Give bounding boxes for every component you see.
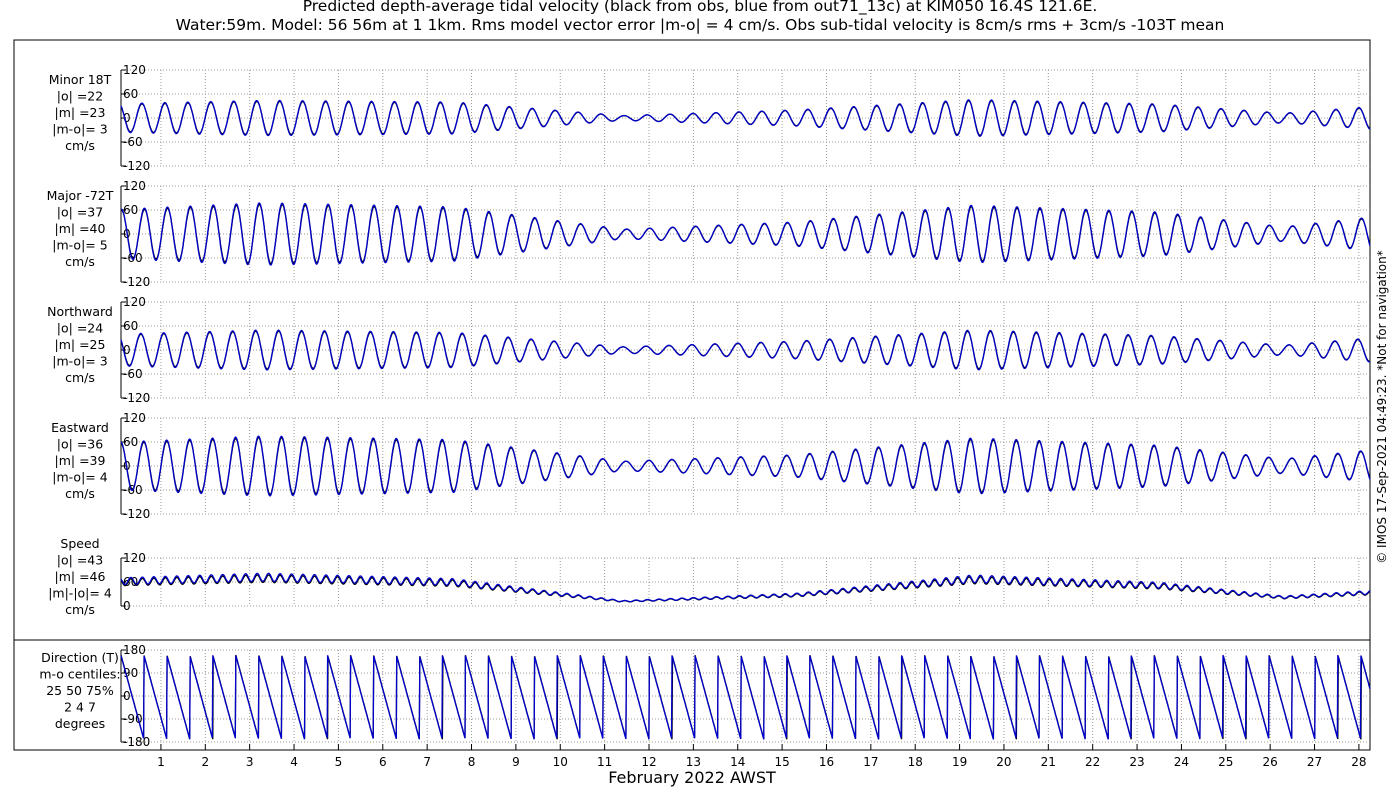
panel-label-line: |o| =36 bbox=[57, 437, 103, 452]
panel-label-northward: Northward |o| =24 |m| =25 |m-o|= 3 cm/s bbox=[47, 304, 113, 385]
y-tick-label: 120 bbox=[123, 63, 146, 77]
x-tick-label: 19 bbox=[952, 755, 967, 769]
panel-label-line: Major -72T bbox=[47, 188, 114, 203]
panel-label-direction: Direction (T) m-o centiles: 25 50 75% 2 4 7… bbox=[39, 650, 120, 731]
y-tick-label: -180 bbox=[123, 735, 150, 749]
tidal-velocity-chart: 120600-60-120Minor 18T |o| =22 |m| =23 |m-o… bbox=[13, 39, 1371, 787]
upper-frame bbox=[13, 39, 1371, 641]
y-tick-label: 120 bbox=[123, 551, 146, 565]
x-tick-label: 8 bbox=[468, 755, 476, 769]
panel-label-line: degrees bbox=[55, 716, 105, 731]
x-tick-label: 23 bbox=[1129, 755, 1144, 769]
y-tick-label: 0 bbox=[123, 689, 131, 703]
x-tick-label: 1 bbox=[157, 755, 165, 769]
panel-direction: 180900-90-180Direction (T) m-o centiles: 2… bbox=[39, 643, 1371, 749]
panel-label-line: |o| =24 bbox=[57, 321, 103, 336]
series-model-direction bbox=[120, 654, 1371, 740]
y-tick-label: 120 bbox=[123, 411, 146, 425]
x-tick-label: 4 bbox=[290, 755, 298, 769]
x-tick-label: 3 bbox=[246, 755, 254, 769]
y-tick-label: 0 bbox=[123, 599, 131, 613]
panel-label-speed: Speed |o| =43 |m| =46 |m|-|o|= 4 cm/s bbox=[48, 536, 112, 617]
panel-label-minor: Minor 18T |o| =22 |m| =23 |m-o|= 3 cm/s bbox=[49, 72, 112, 153]
y-tick-label: -120 bbox=[123, 507, 150, 521]
panel-label-line: cm/s bbox=[65, 602, 95, 617]
x-tick-label: 24 bbox=[1174, 755, 1189, 769]
panel-label-line: |m| =40 bbox=[55, 221, 106, 236]
panel-label-line: |m-o|= 3 bbox=[52, 122, 107, 137]
panel-label-line: |m| =46 bbox=[55, 569, 106, 584]
x-tick-label: 11 bbox=[597, 755, 612, 769]
copyright-text: © IMOS 17-Sep-2021 04:49:23. *Not for na… bbox=[1375, 250, 1389, 564]
panel-label-major: Major -72T |o| =37 |m| =40 |m-o|= 5 cm/s bbox=[47, 188, 114, 269]
panel-label-line: |o| =37 bbox=[57, 205, 103, 220]
y-tick-label: 60 bbox=[123, 319, 138, 333]
y-tick-label: -120 bbox=[123, 275, 150, 289]
x-tick-label: 27 bbox=[1307, 755, 1322, 769]
panel-label-line: |m| =23 bbox=[55, 105, 106, 120]
panel-northward: 120600-60-120Northward |o| =24 |m| =25 |m-o… bbox=[47, 295, 1371, 405]
x-tick-label: 16 bbox=[819, 755, 834, 769]
panel-eastward: 120600-60-120Eastward |o| =36 |m| =39 |m-o|… bbox=[51, 411, 1371, 521]
panel-label-line: 25 50 75% bbox=[46, 683, 114, 698]
x-tick-label: 21 bbox=[1041, 755, 1056, 769]
y-tick-label: 60 bbox=[123, 87, 138, 101]
x-axis-label: February 2022 AWST bbox=[608, 768, 776, 787]
x-tick-label: 22 bbox=[1085, 755, 1100, 769]
x-tick-label: 25 bbox=[1218, 755, 1233, 769]
panel-label-line: cm/s bbox=[65, 486, 95, 501]
panel-label-line: |m-o|= 3 bbox=[52, 354, 107, 369]
panel-label-line: |m|-|o|= 4 bbox=[48, 586, 112, 601]
x-tick-label: 2 bbox=[201, 755, 209, 769]
series-model-speed bbox=[120, 572, 1371, 603]
y-tick-label: 60 bbox=[123, 203, 138, 217]
panel-label-line: |m| =25 bbox=[55, 337, 106, 352]
panel-speed: 120600Speed |o| =43 |m| =46 |m|-|o|= 4 cm/s bbox=[48, 536, 1371, 617]
panel-label-line: |m-o|= 4 bbox=[52, 470, 107, 485]
y-tick-label: 120 bbox=[123, 179, 146, 193]
x-tick-label: 14 bbox=[730, 755, 745, 769]
y-tick-label: 60 bbox=[123, 435, 138, 449]
panel-label-line: |o| =43 bbox=[57, 553, 103, 568]
x-tick-label: 15 bbox=[774, 755, 789, 769]
panel-label-line: |o| =22 bbox=[57, 89, 103, 104]
panel-label-line: Direction (T) bbox=[41, 650, 119, 665]
x-tick-label: 13 bbox=[686, 755, 701, 769]
x-tick-label: 6 bbox=[379, 755, 387, 769]
y-tick-label: 120 bbox=[123, 295, 146, 309]
panel-label-line: Eastward bbox=[51, 420, 109, 435]
y-tick-label: 180 bbox=[123, 643, 146, 657]
x-tick-label: 26 bbox=[1263, 755, 1278, 769]
panel-label-line: |m-o|= 5 bbox=[52, 238, 107, 253]
lower-frame bbox=[13, 639, 1371, 751]
y-tick-label: -60 bbox=[123, 135, 143, 149]
y-tick-label: -60 bbox=[123, 367, 143, 381]
panel-label-line: 2 4 7 bbox=[64, 700, 96, 715]
x-tick-label: 20 bbox=[996, 755, 1011, 769]
panel-label-line: m-o centiles: bbox=[39, 667, 120, 682]
panel-minor: 120600-60-120Minor 18T |o| =22 |m| =23 |m-o… bbox=[49, 63, 1371, 173]
y-tick-label: -120 bbox=[123, 159, 150, 173]
x-tick-label: 28 bbox=[1351, 755, 1366, 769]
x-tick-label: 7 bbox=[423, 755, 431, 769]
panel-label-eastward: Eastward |o| =36 |m| =39 |m-o|= 4 cm/s bbox=[51, 420, 109, 501]
panel-label-line: Northward bbox=[47, 304, 113, 319]
x-tick-label: 12 bbox=[641, 755, 656, 769]
panel-label-line: cm/s bbox=[65, 254, 95, 269]
x-tick-label: 5 bbox=[335, 755, 343, 769]
panel-label-line: cm/s bbox=[65, 138, 95, 153]
panel-major: 120600-60-120Major -72T |o| =37 |m| =40 |m-… bbox=[47, 179, 1371, 289]
y-tick-label: -120 bbox=[123, 391, 150, 405]
x-tick-label: 17 bbox=[863, 755, 878, 769]
x-tick-label: 9 bbox=[512, 755, 520, 769]
panel-label-line: |m| =39 bbox=[55, 453, 106, 468]
panel-label-line: cm/s bbox=[65, 370, 95, 385]
x-tick-label: 10 bbox=[553, 755, 568, 769]
x-tick-label: 18 bbox=[908, 755, 923, 769]
panel-label-line: Minor 18T bbox=[49, 72, 112, 87]
panel-label-line: Speed bbox=[60, 536, 99, 551]
